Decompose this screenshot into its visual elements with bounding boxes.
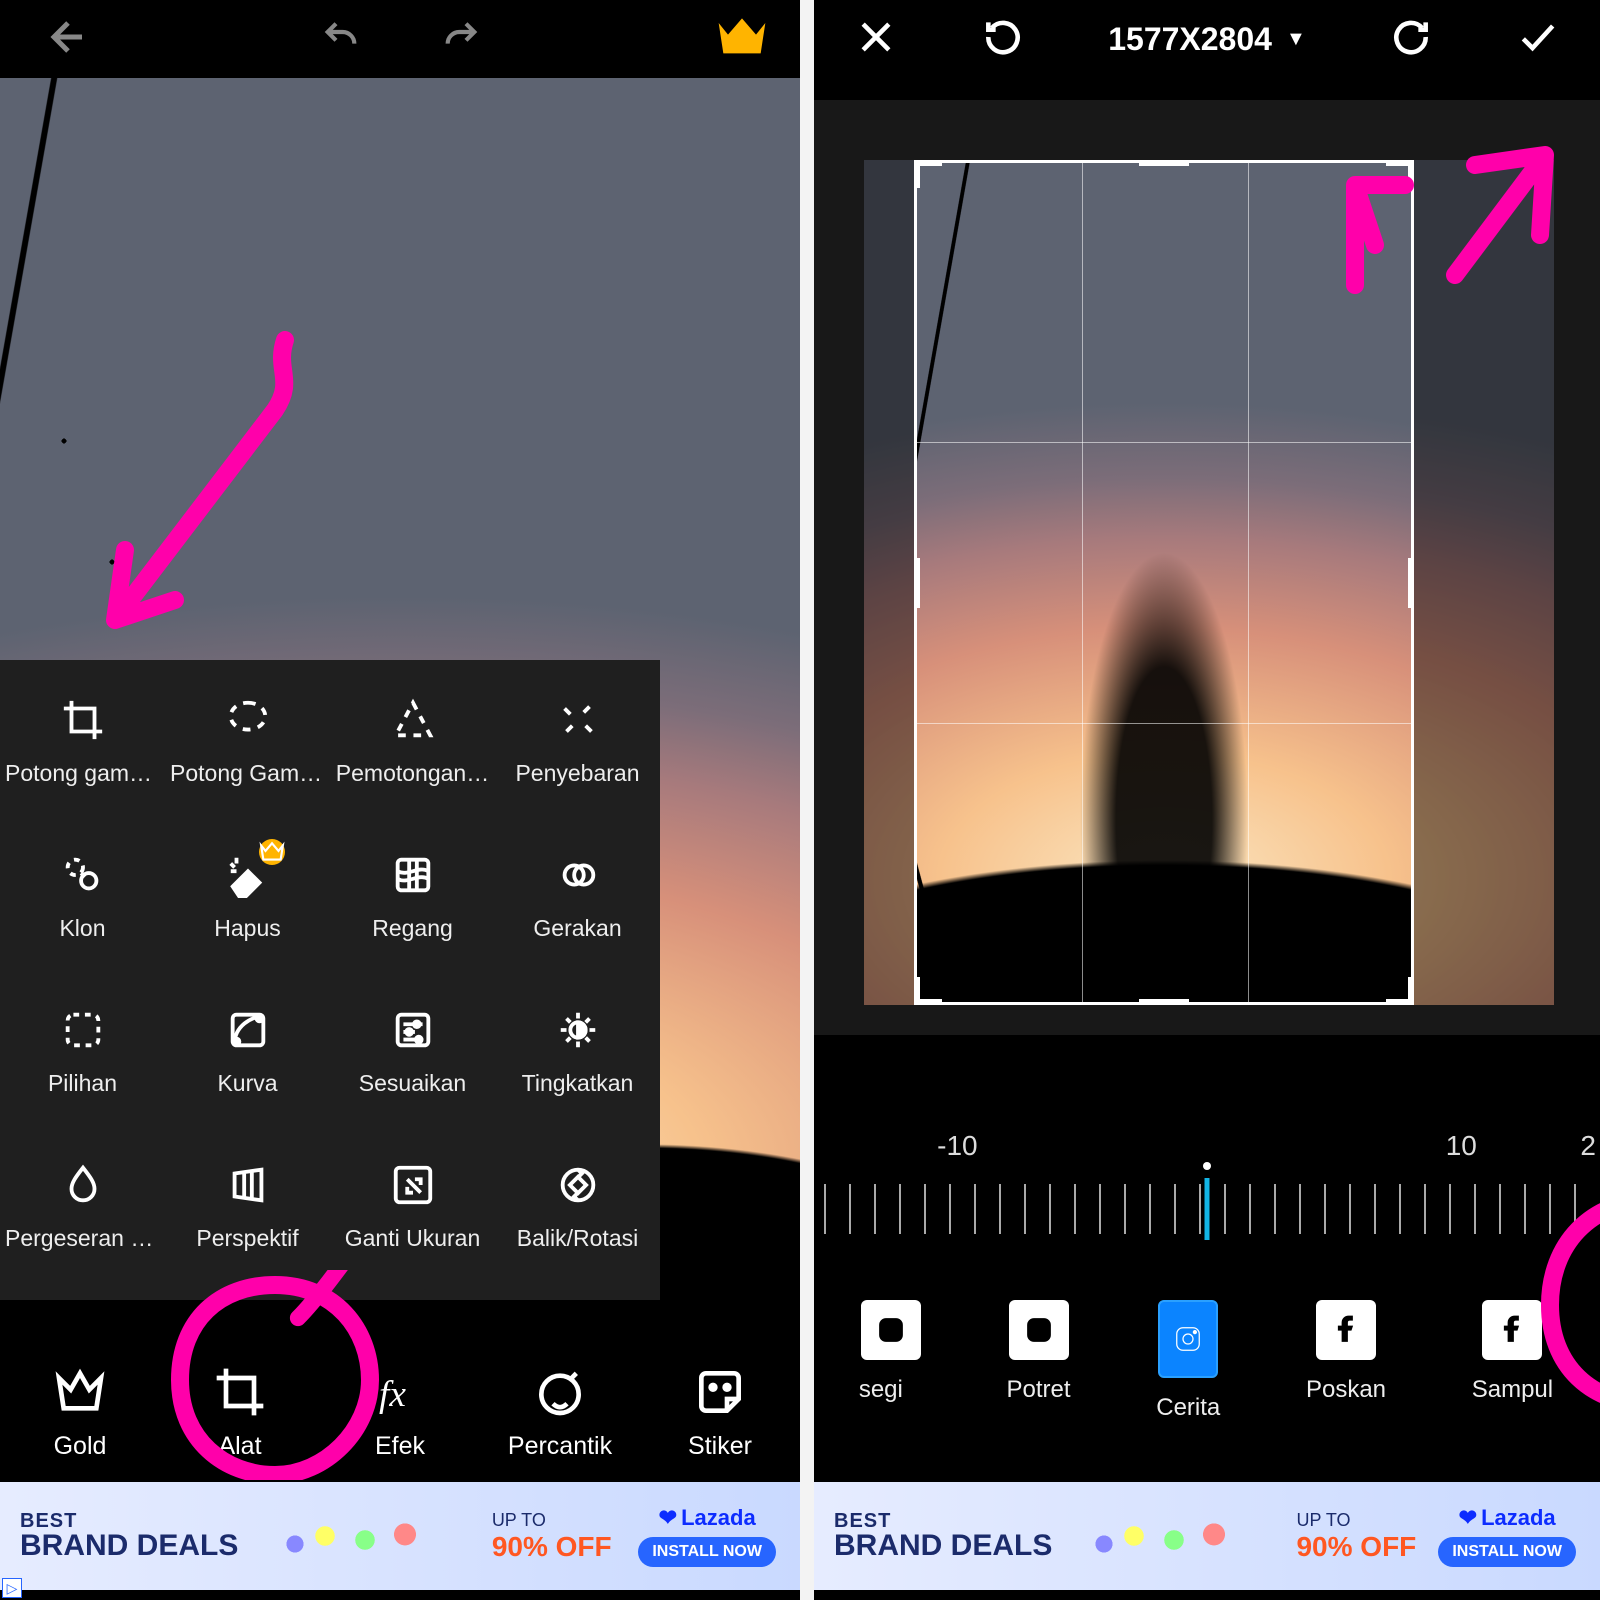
ruler-indicator[interactable] [1205, 1178, 1210, 1240]
tool-stretch[interactable]: Regang [330, 835, 495, 990]
tool-adjust[interactable]: Sesuaikan [330, 990, 495, 1145]
tool-crop[interactable]: Potong gambar [0, 680, 165, 835]
adchoices-icon[interactable]: ▷ [2, 1578, 22, 1598]
crown-outline-icon [52, 1364, 108, 1420]
ratio-segi[interactable]: segi [861, 1300, 921, 1404]
ad-products-icon [1074, 1496, 1274, 1576]
close-icon[interactable] [854, 15, 898, 64]
tool-resize[interactable]: Ganti Ukuran [330, 1145, 495, 1300]
redo-icon[interactable] [441, 17, 481, 62]
eraser-magic-icon [225, 849, 271, 901]
ratio-poskan[interactable]: Poskan [1306, 1300, 1386, 1404]
back-icon[interactable] [40, 13, 88, 66]
lasso-icon [225, 694, 271, 746]
reset-icon[interactable] [981, 15, 1025, 64]
flip-rotate-icon [555, 1159, 601, 1211]
dimensions-dropdown[interactable]: 1577X2804 [1108, 21, 1306, 58]
triangle-dashed-icon [390, 694, 436, 746]
tab-stiker[interactable]: Stiker [640, 1364, 800, 1461]
ratio-sampul[interactable]: Sampul [1472, 1300, 1553, 1404]
tool-enhance[interactable]: Tingkatkan [495, 990, 660, 1145]
ad-products-icon [265, 1496, 465, 1576]
face-icon [532, 1364, 588, 1420]
facebook-icon [1482, 1300, 1542, 1360]
facebook-icon [1316, 1300, 1376, 1360]
undo-icon[interactable] [321, 17, 361, 62]
instagram-icon [1158, 1300, 1218, 1378]
lazada-heart-icon: ❤ Lazada [659, 1505, 756, 1531]
crop-icon [60, 694, 106, 746]
instagram-icon [861, 1300, 921, 1360]
ruler-ticks [824, 1184, 1590, 1234]
curves-icon [225, 1004, 271, 1056]
install-button[interactable]: INSTALL NOW [638, 1537, 776, 1567]
ratio-potret[interactable]: Potret [1007, 1300, 1071, 1404]
rotate-icon[interactable] [1389, 15, 1433, 64]
crop-icon [212, 1364, 268, 1420]
motion-icon [555, 849, 601, 901]
tab-alat[interactable]: Alat [160, 1364, 320, 1461]
screen-crop: 1577X2804 -10 0 10 2 [814, 0, 1600, 1600]
sticker-icon [692, 1364, 748, 1420]
straighten-ruler[interactable]: -10 0 10 2 [814, 1130, 1600, 1260]
tab-efek[interactable]: fx Efek [320, 1364, 480, 1461]
enhance-icon [555, 1004, 601, 1056]
tools-panel: Potong gambar Potong Gamb… Pemotongan… P… [0, 660, 660, 1300]
mesh-icon [390, 849, 436, 901]
image-crop-area [914, 160, 1414, 1005]
scatter-icon [555, 694, 601, 746]
install-button[interactable]: INSTALL NOW [1438, 1537, 1576, 1567]
svg-text:fx: fx [379, 1374, 406, 1415]
lazada-heart-icon: ❤ Lazada [1459, 1505, 1556, 1531]
crop-top-bar: 1577X2804 [814, 0, 1600, 78]
tool-motion[interactable]: Gerakan [495, 835, 660, 990]
perspective-icon [225, 1159, 271, 1211]
selection-icon [60, 1004, 106, 1056]
screen-editor-tools: Potong gambar Potong Gamb… Pemotongan… P… [0, 0, 800, 1600]
ad-banner[interactable]: BEST BRAND DEALS UP TO 90% OFF ❤ Lazada … [0, 1482, 800, 1590]
tool-flip-rotate[interactable]: Balik/Rotasi [495, 1145, 660, 1300]
resize-icon [390, 1159, 436, 1211]
bottom-nav: Gold Alat fx Efek Percantik Stiker [0, 1342, 800, 1482]
clone-icon [60, 849, 106, 901]
crop-frame[interactable] [914, 160, 1414, 1005]
tool-clone[interactable]: Klon [0, 835, 165, 990]
tab-percantik[interactable]: Percantik [480, 1364, 640, 1461]
premium-badge-icon [259, 839, 285, 865]
tool-dispersion[interactable]: Penyebaran [495, 680, 660, 835]
crop-canvas[interactable] [814, 100, 1600, 1035]
tool-cutout[interactable]: Pemotongan… [330, 680, 495, 835]
tool-hue[interactable]: Pergeseran M… [0, 1145, 165, 1300]
fx-icon: fx [372, 1364, 428, 1420]
ad-banner[interactable]: BEST BRAND DEALS UP TO 90% OFF ❤ Lazada … [814, 1482, 1600, 1590]
ratio-cerita[interactable]: Cerita [1156, 1300, 1220, 1422]
instagram-icon [1009, 1300, 1069, 1360]
tool-shape-crop[interactable]: Potong Gamb… [165, 680, 330, 835]
tool-perspective[interactable]: Perspektif [165, 1145, 330, 1300]
sliders-icon [390, 1004, 436, 1056]
confirm-icon[interactable] [1516, 15, 1560, 64]
top-bar [0, 0, 800, 78]
premium-crown-icon[interactable] [714, 15, 770, 64]
tool-remove[interactable]: Hapus [165, 835, 330, 990]
tab-gold[interactable]: Gold [0, 1364, 160, 1461]
aspect-ratio-bar: segi Potret Cerita Poskan Sampul [814, 1300, 1600, 1422]
tool-curves[interactable]: Kurva [165, 990, 330, 1145]
tool-selection[interactable]: Pilihan [0, 990, 165, 1145]
drop-icon [60, 1159, 106, 1211]
